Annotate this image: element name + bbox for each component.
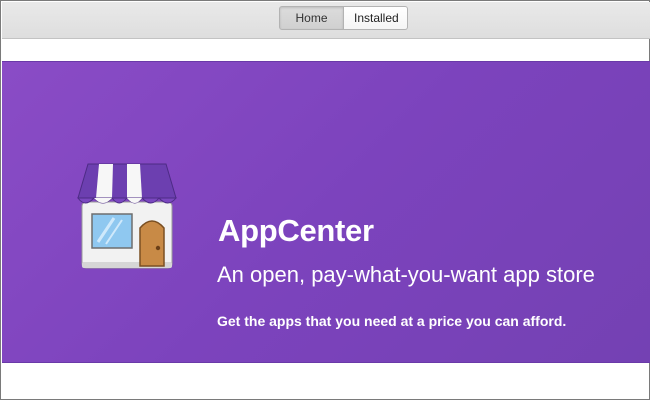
featured-banner[interactable]: AppCenter An open, pay-what-you-want app… — [2, 61, 650, 363]
view-switcher: Home Installed — [279, 6, 408, 30]
banner-title: AppCenter — [218, 213, 374, 248]
home-tab[interactable]: Home — [279, 6, 344, 30]
header-bar: Home Installed — [2, 2, 650, 39]
appcenter-storefront-icon — [77, 163, 178, 269]
banner-description: Get the apps that you need at a price yo… — [217, 313, 567, 329]
installed-tab[interactable]: Installed — [344, 6, 408, 30]
banner-subtitle: An open, pay-what-you-want app store — [217, 262, 595, 287]
appcenter-window: Home Installed AppCenter An open, pay-wh… — [0, 0, 650, 400]
